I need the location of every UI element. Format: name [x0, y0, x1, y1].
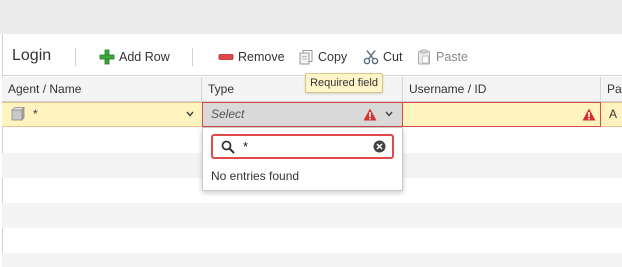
remove-button[interactable]: Remove — [218, 48, 285, 66]
cut-button[interactable]: Cut — [363, 48, 402, 66]
required-field-tooltip: Required field — [305, 73, 383, 93]
plus-icon — [99, 49, 115, 65]
panel-title: Login — [12, 47, 52, 64]
table-row[interactable] — [2, 253, 622, 267]
agent-name-value: * — [33, 107, 38, 121]
warning-icon — [582, 108, 596, 121]
username-id-cell[interactable] — [403, 102, 601, 127]
dropdown-search-input[interactable]: * — [211, 134, 394, 159]
toolbar-divider — [192, 48, 193, 66]
scissors-icon — [363, 50, 379, 65]
table-row[interactable] — [2, 203, 622, 228]
copy-icon — [299, 50, 313, 65]
edit-row: * Select A — [2, 102, 622, 127]
toolbar: Login Add Row Remove Copy Cut Paste — [3, 34, 622, 76]
paste-button[interactable]: Paste — [416, 48, 468, 66]
add-row-label: Add Row — [119, 50, 170, 64]
next-column-value: A — [609, 107, 618, 121]
search-icon — [221, 140, 235, 154]
clear-icon[interactable] — [373, 140, 386, 153]
column-header-next[interactable]: Pa — [601, 77, 622, 102]
copy-label: Copy — [318, 50, 348, 64]
type-select-placeholder: Select — [211, 107, 245, 121]
chevron-down-icon[interactable] — [186, 111, 194, 117]
column-header-agent-name[interactable]: Agent / Name — [2, 77, 202, 102]
chevron-down-icon[interactable] — [385, 111, 393, 117]
no-entries-message: No entries found — [211, 169, 300, 183]
copy-button[interactable]: Copy — [298, 48, 347, 66]
toolbar-divider — [75, 48, 76, 66]
cut-label: Cut — [383, 50, 403, 64]
agent-icon — [11, 107, 25, 121]
column-header-username-id[interactable]: Username / ID — [403, 77, 601, 102]
agent-name-cell[interactable]: * — [2, 103, 202, 126]
warning-icon — [363, 108, 377, 121]
minus-icon — [218, 54, 234, 60]
table-row[interactable] — [2, 228, 622, 253]
paste-label: Paste — [436, 50, 468, 64]
add-row-button[interactable]: Add Row — [99, 48, 170, 66]
remove-label: Remove — [238, 50, 285, 64]
next-column-cell[interactable]: A — [601, 103, 622, 126]
dropdown-search-value: * — [243, 139, 249, 154]
window-top-band — [0, 0, 622, 34]
clipboard-icon — [418, 49, 430, 65]
type-select[interactable]: Select — [202, 102, 403, 127]
type-dropdown-popup: * No entries found — [202, 127, 403, 191]
